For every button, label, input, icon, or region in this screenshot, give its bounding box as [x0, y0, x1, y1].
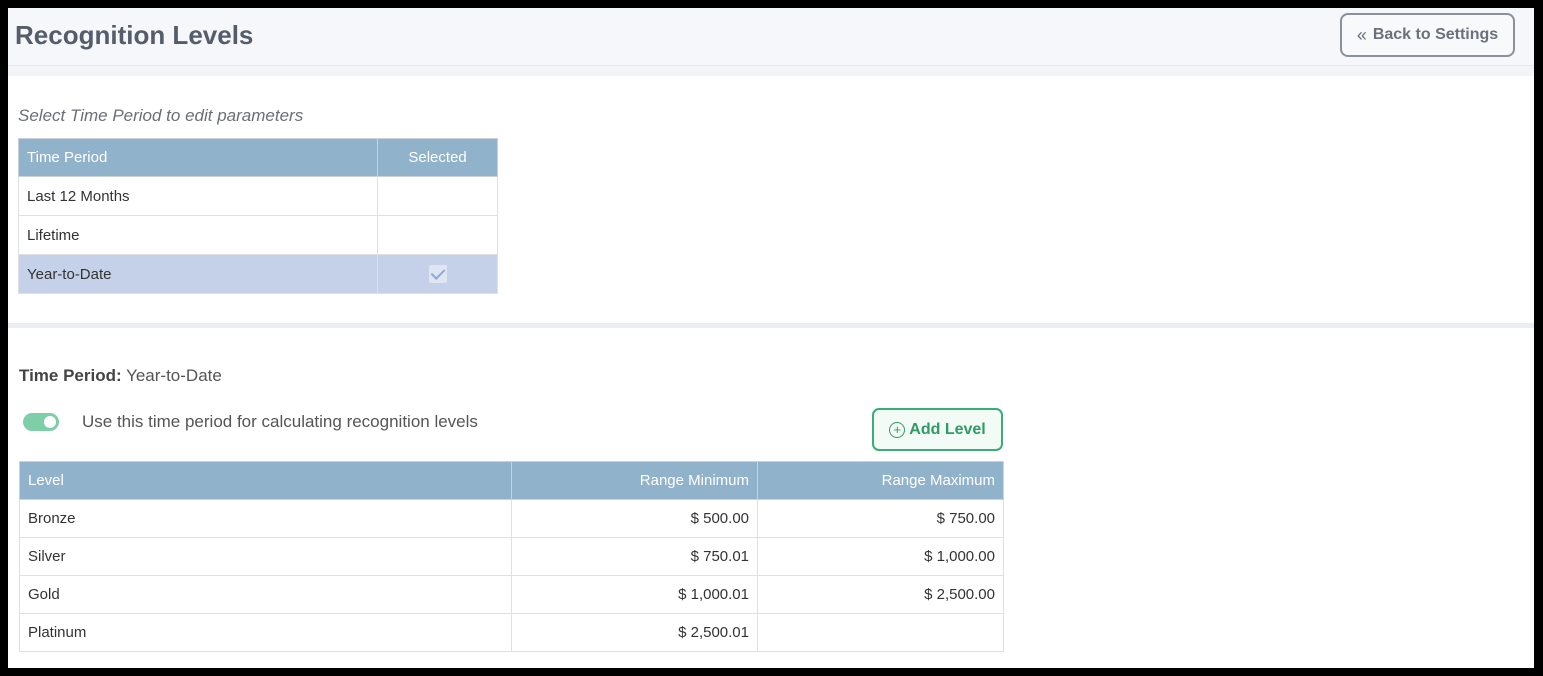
table-row[interactable]: Platinum $ 2,500.01: [19, 613, 1004, 652]
toggle-knob: [44, 416, 56, 428]
selected-cell[interactable]: [377, 254, 498, 294]
current-time-period: Time Period: Year-to-Date: [19, 366, 222, 386]
range-max-cell[interactable]: $ 2,500.00: [757, 575, 1004, 614]
level-cell[interactable]: Silver: [19, 537, 512, 576]
use-period-toggle[interactable]: [23, 413, 59, 431]
add-level-button[interactable]: + Add Level: [872, 408, 1003, 451]
use-period-toggle-label: Use this time period for calculating rec…: [82, 412, 478, 431]
period-cell[interactable]: Year-to-Date: [17, 254, 379, 294]
checkmark-icon: [428, 265, 447, 284]
level-cell[interactable]: Bronze: [19, 499, 512, 538]
time-period-table: Time Period Selected Last 12 Months Life…: [17, 138, 498, 294]
time-period-value: Year-to-Date: [126, 366, 222, 385]
plus-circle-icon: +: [889, 421, 906, 438]
levels-table: Level Range Minimum Range Maximum Bronze…: [19, 461, 1004, 652]
table-row[interactable]: Silver $ 750.01 $ 1,000.00: [19, 537, 1004, 576]
range-min-cell[interactable]: $ 2,500.01: [511, 613, 758, 652]
table-row[interactable]: Lifetime: [17, 215, 498, 255]
selected-cell[interactable]: [377, 176, 498, 216]
range-max-cell[interactable]: $ 1,000.00: [757, 537, 1004, 576]
table-row-selected[interactable]: Year-to-Date: [17, 254, 498, 294]
range-min-cell[interactable]: $ 750.01: [511, 537, 758, 576]
range-max-cell[interactable]: $ 750.00: [757, 499, 1004, 538]
page-title: Recognition Levels: [15, 20, 254, 50]
level-cell[interactable]: Platinum: [19, 613, 512, 652]
chevrons-left-icon: «: [1356, 25, 1367, 45]
range-min-cell[interactable]: $ 500.00: [511, 499, 758, 538]
range-min-cell[interactable]: $ 1,000.01: [511, 575, 758, 614]
table-row[interactable]: Gold $ 1,000.01 $ 2,500.00: [19, 575, 1004, 614]
selected-cell[interactable]: [377, 215, 498, 255]
column-header-level[interactable]: Level: [19, 461, 512, 500]
period-hint: Select Time Period to edit parameters: [18, 106, 304, 125]
time-period-key: Time Period:: [19, 366, 122, 385]
period-cell[interactable]: Last 12 Months: [17, 176, 379, 216]
back-to-settings-button[interactable]: « Back to Settings: [1340, 13, 1515, 57]
column-header-time-period[interactable]: Time Period: [17, 138, 379, 177]
column-header-selected[interactable]: Selected: [377, 138, 498, 177]
page-header: Recognition Levels « Back to Settings: [8, 8, 1534, 66]
column-header-range-maximum[interactable]: Range Maximum: [757, 461, 1004, 500]
back-to-settings-label: Back to Settings: [1372, 26, 1499, 43]
range-max-cell[interactable]: [757, 613, 1004, 652]
period-cell[interactable]: Lifetime: [17, 215, 379, 255]
level-cell[interactable]: Gold: [19, 575, 512, 614]
period-selector-section: Select Time Period to edit parameters Ti…: [8, 76, 1534, 323]
table-header-row: Time Period Selected: [17, 138, 498, 177]
table-header-row: Level Range Minimum Range Maximum: [19, 461, 1004, 500]
app-frame: Recognition Levels « Back to Settings Se…: [8, 8, 1534, 668]
table-row[interactable]: Bronze $ 500.00 $ 750.00: [19, 499, 1004, 538]
level-detail-section: Time Period: Year-to-Date Use this time …: [8, 328, 1534, 668]
column-header-range-minimum[interactable]: Range Minimum: [511, 461, 758, 500]
add-level-label: Add Level: [909, 420, 986, 438]
table-row[interactable]: Last 12 Months: [17, 176, 498, 216]
header-gap: [8, 66, 1534, 76]
